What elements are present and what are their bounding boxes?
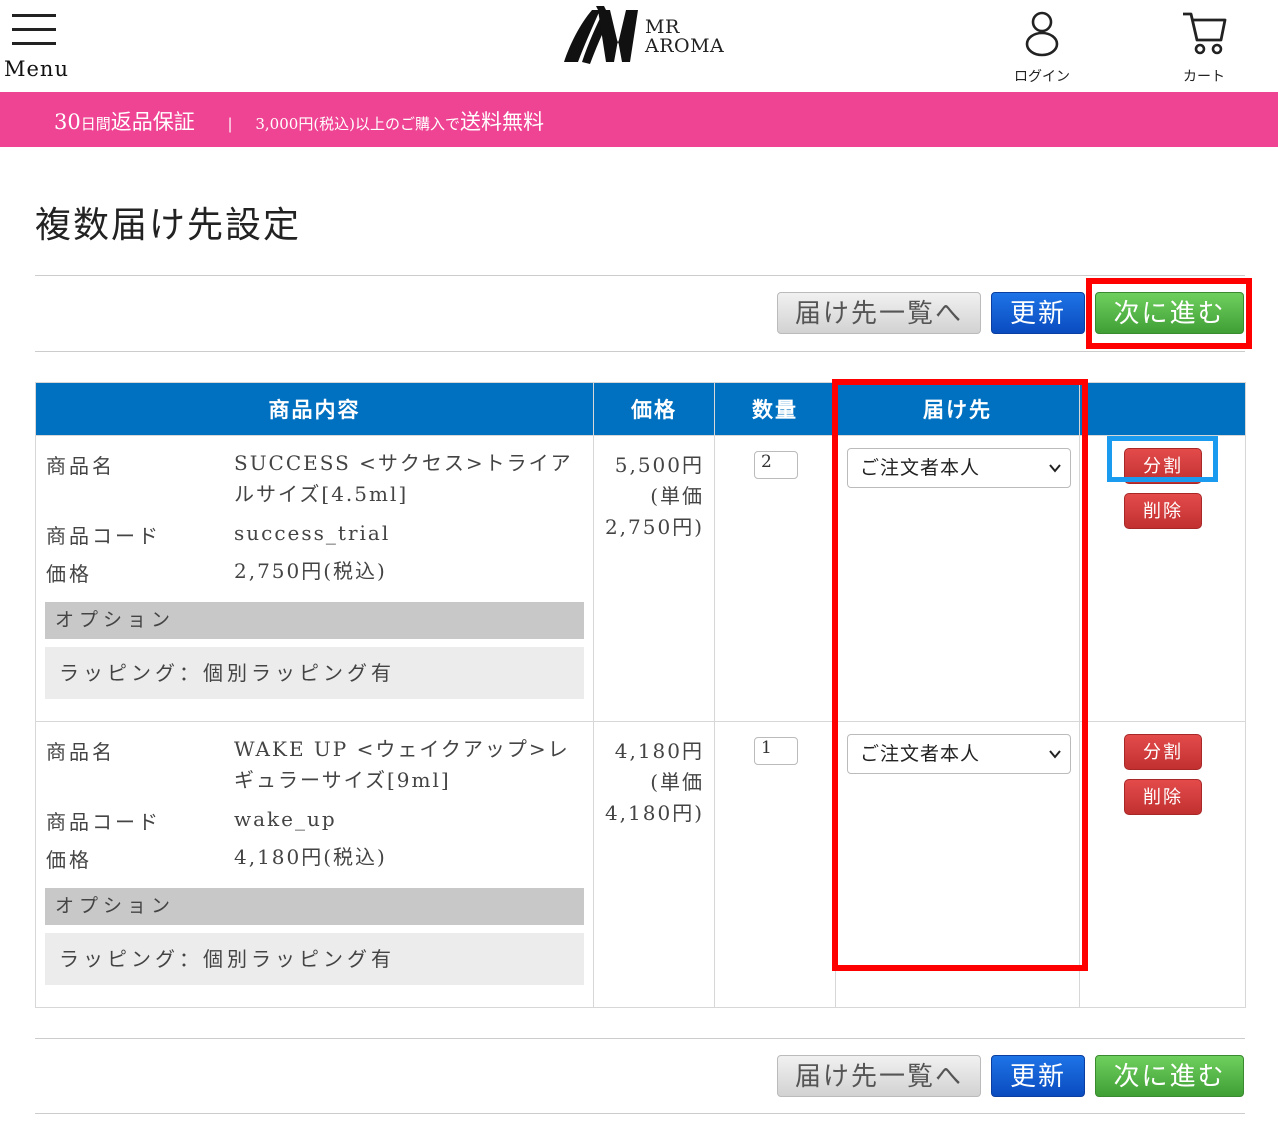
address-list-button[interactable]: 届け先一覧へ [777, 292, 981, 334]
promo-text: 30日間返品保証 | 3,000円(税込)以上のご購入で送料無料 [54, 106, 544, 136]
cart-icon [1183, 12, 1227, 55]
promo-separator: | [227, 115, 233, 133]
page-title: 複数届け先設定 [35, 205, 302, 246]
price-unit: 4,180円) [604, 801, 704, 825]
option-header: オプション [45, 888, 584, 925]
update-button[interactable]: 更新 [991, 292, 1085, 334]
quantity-input[interactable]: 2 [754, 451, 798, 479]
price-unit: 2,750円) [604, 515, 704, 539]
update-button[interactable]: 更新 [991, 1055, 1085, 1097]
delete-button[interactable]: 削除 [1124, 493, 1202, 529]
option-value: ラッピング：個別ラッピング有 [45, 647, 584, 699]
col-header-qty: 数量 [714, 382, 836, 436]
split-button[interactable]: 分割 [1124, 734, 1202, 770]
actions-cell: 分割 削除 [1079, 721, 1246, 1008]
price-unit-label: (単価 [650, 484, 704, 508]
col-header-actions [1079, 382, 1246, 436]
menu-label: Menu [4, 57, 69, 81]
option-value: ラッピング：個別ラッピング有 [45, 933, 584, 985]
highlight-split-button [1107, 436, 1218, 482]
product-price-label: 価格 [46, 562, 92, 586]
col-header-product: 商品内容 [35, 382, 594, 436]
promo-days: 30 [54, 110, 81, 134]
quantity-input[interactable]: 1 [754, 737, 798, 765]
product-info: 商品名 WAKE UP <ウェイクアップ>レギュラーサイズ[9ml] 商品コード… [35, 721, 594, 1008]
product-info: 商品名 SUCCESS <サクセス>トライアルサイズ[4.5ml] 商品コード … [35, 435, 594, 722]
product-name: WAKE UP <ウェイクアップ>レギュラーサイズ[9ml] [234, 737, 570, 792]
hamburger-line [12, 28, 56, 31]
hamburger-menu-icon [12, 14, 56, 17]
product-name-label: 商品名 [46, 454, 115, 478]
product-name-label: 商品名 [46, 740, 115, 764]
menu-button[interactable]: Menu [0, 0, 80, 90]
highlight-destination-column [832, 379, 1088, 971]
next-button[interactable]: 次に進む [1095, 1055, 1244, 1097]
qty-cell: 1 [714, 721, 836, 1008]
product-price-label: 価格 [46, 848, 92, 872]
price-cell: 4,180円 (単価 4,180円) [593, 721, 715, 1008]
promo-days-unit: 日間 [80, 115, 111, 133]
product-price: 4,180円(税込) [234, 845, 387, 869]
promo-guarantee: 返品保証 [110, 110, 195, 134]
product-price: 2,750円(税込) [234, 559, 387, 583]
login-user-icon [1025, 11, 1059, 57]
highlight-next-button [1086, 278, 1252, 349]
divider [35, 351, 1245, 352]
option-header: オプション [45, 602, 584, 639]
site-header: Menu MR AROMA ログイン カート [0, 0, 1278, 92]
delete-button[interactable]: 削除 [1124, 779, 1202, 815]
price-cell: 5,500円 (単価 2,750円) [593, 435, 715, 722]
price-unit-label: (単価 [650, 770, 704, 794]
login-link[interactable]: ログイン [1010, 8, 1074, 86]
cart-link[interactable]: カート [1172, 8, 1236, 86]
logo-line-2: AROMA [645, 35, 725, 57]
divider [35, 1113, 1245, 1114]
product-code-label: 商品コード [46, 524, 161, 548]
col-header-price: 価格 [593, 382, 715, 436]
price-total: 5,500円 [614, 453, 704, 477]
price-total: 4,180円 [614, 739, 704, 763]
promo-banner: 30日間返品保証 | 3,000円(税込)以上のご購入で送料無料 [0, 92, 1278, 147]
divider [35, 1038, 1245, 1039]
brand-wordmark: MR AROMA [645, 18, 724, 56]
login-label: ログイン [1014, 69, 1070, 85]
product-code: wake_up [234, 807, 337, 831]
product-code-label: 商品コード [46, 810, 161, 834]
promo-free-shipping: 送料無料 [460, 110, 545, 134]
address-list-button[interactable]: 届け先一覧へ [777, 1055, 981, 1097]
cart-label: カート [1183, 69, 1225, 85]
product-name: SUCCESS <サクセス>トライアルサイズ[4.5ml] [234, 451, 573, 506]
hamburger-line [12, 42, 56, 45]
qty-cell: 2 [714, 435, 836, 722]
divider [35, 275, 1245, 276]
promo-threshold: 3,000円(税込)以上のご購入で [255, 115, 461, 133]
product-code: success_trial [234, 521, 391, 545]
